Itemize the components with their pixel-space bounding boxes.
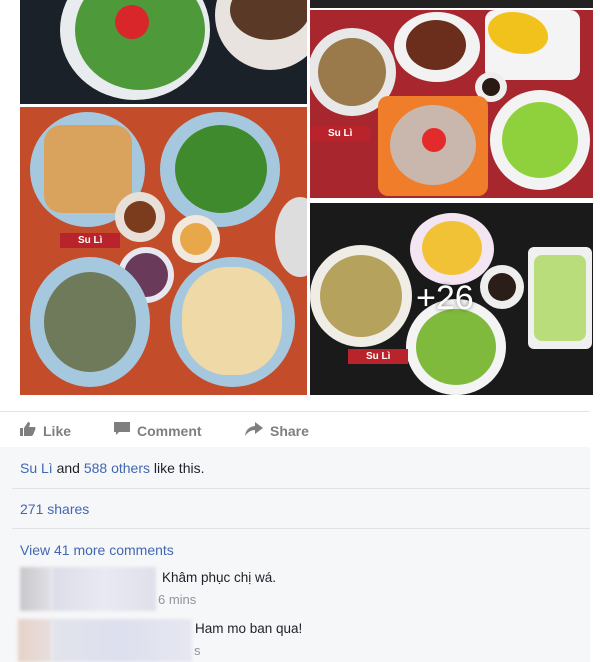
tomato-rose [115, 5, 149, 39]
omelette [422, 221, 482, 275]
comment-text: Ham mo ban qua! [195, 621, 303, 636]
liker-name-link[interactable]: Su Lì [20, 460, 53, 476]
comment-time[interactable]: 6 mins [158, 592, 196, 607]
boiled-chicken [182, 267, 282, 375]
soup [320, 255, 402, 337]
comment-text: Khâm phục chị wá. [162, 570, 277, 585]
fish-sauce [180, 223, 212, 255]
view-more-comments-link[interactable]: View 41 more comments [20, 542, 174, 558]
bitter-melon [502, 102, 578, 178]
action-bar: Like Comment Share [0, 411, 590, 448]
likes-summary: Su Lì and 588 others like this. [20, 460, 204, 476]
share-button[interactable]: Share [245, 422, 309, 439]
soup [318, 38, 386, 106]
photo-3[interactable]: Su Lì [310, 10, 593, 198]
avatar[interactable] [20, 567, 52, 611]
photo-1[interactable] [20, 0, 307, 104]
like-label: Like [43, 422, 72, 439]
photo-2[interactable] [310, 0, 593, 8]
shares-link[interactable]: 271 shares [20, 501, 89, 517]
cucumbers [534, 255, 586, 341]
pork-salad [44, 272, 136, 372]
divider [12, 488, 590, 489]
vegetables [416, 309, 496, 385]
watermark: Su Lì [348, 349, 409, 364]
photo-4[interactable]: Su Lì [20, 107, 307, 395]
comment-label: Comment [137, 422, 202, 439]
comment-button[interactable]: Comment [114, 422, 202, 439]
divider [12, 528, 590, 529]
likes-suffix: like this. [150, 460, 205, 476]
photo-5[interactable]: Su Lì +26 [310, 203, 593, 395]
fried-tofu [44, 125, 132, 213]
sauce [482, 78, 500, 96]
watermark: Su Lì [60, 233, 121, 248]
photo-grid: Su Lì Su Lì Su Lì +26 [0, 0, 600, 395]
more-photos-count[interactable]: +26 [416, 279, 474, 318]
sauce [488, 273, 516, 301]
tomato [422, 128, 446, 152]
avatar[interactable] [18, 619, 52, 662]
like-button[interactable]: Like [20, 422, 71, 439]
side-plate [275, 197, 307, 277]
comment-icon [114, 422, 130, 439]
watermark: Su Lì [310, 126, 371, 141]
comment-time[interactable]: s [194, 643, 201, 658]
chili-sauce [124, 201, 156, 233]
share-label: Share [270, 422, 309, 439]
green-beans [175, 125, 267, 213]
feedback-section: Su Lì and 588 others like this. 271 shar… [0, 447, 590, 662]
braised-meat [406, 20, 466, 70]
likes-others-link[interactable]: 588 others [84, 460, 150, 476]
commenter-name-redacted[interactable] [52, 567, 156, 611]
thumbs-up-icon [20, 422, 36, 439]
commenter-name-redacted[interactable] [52, 619, 192, 662]
share-arrow-icon [245, 422, 263, 439]
likes-and: and [52, 460, 84, 476]
